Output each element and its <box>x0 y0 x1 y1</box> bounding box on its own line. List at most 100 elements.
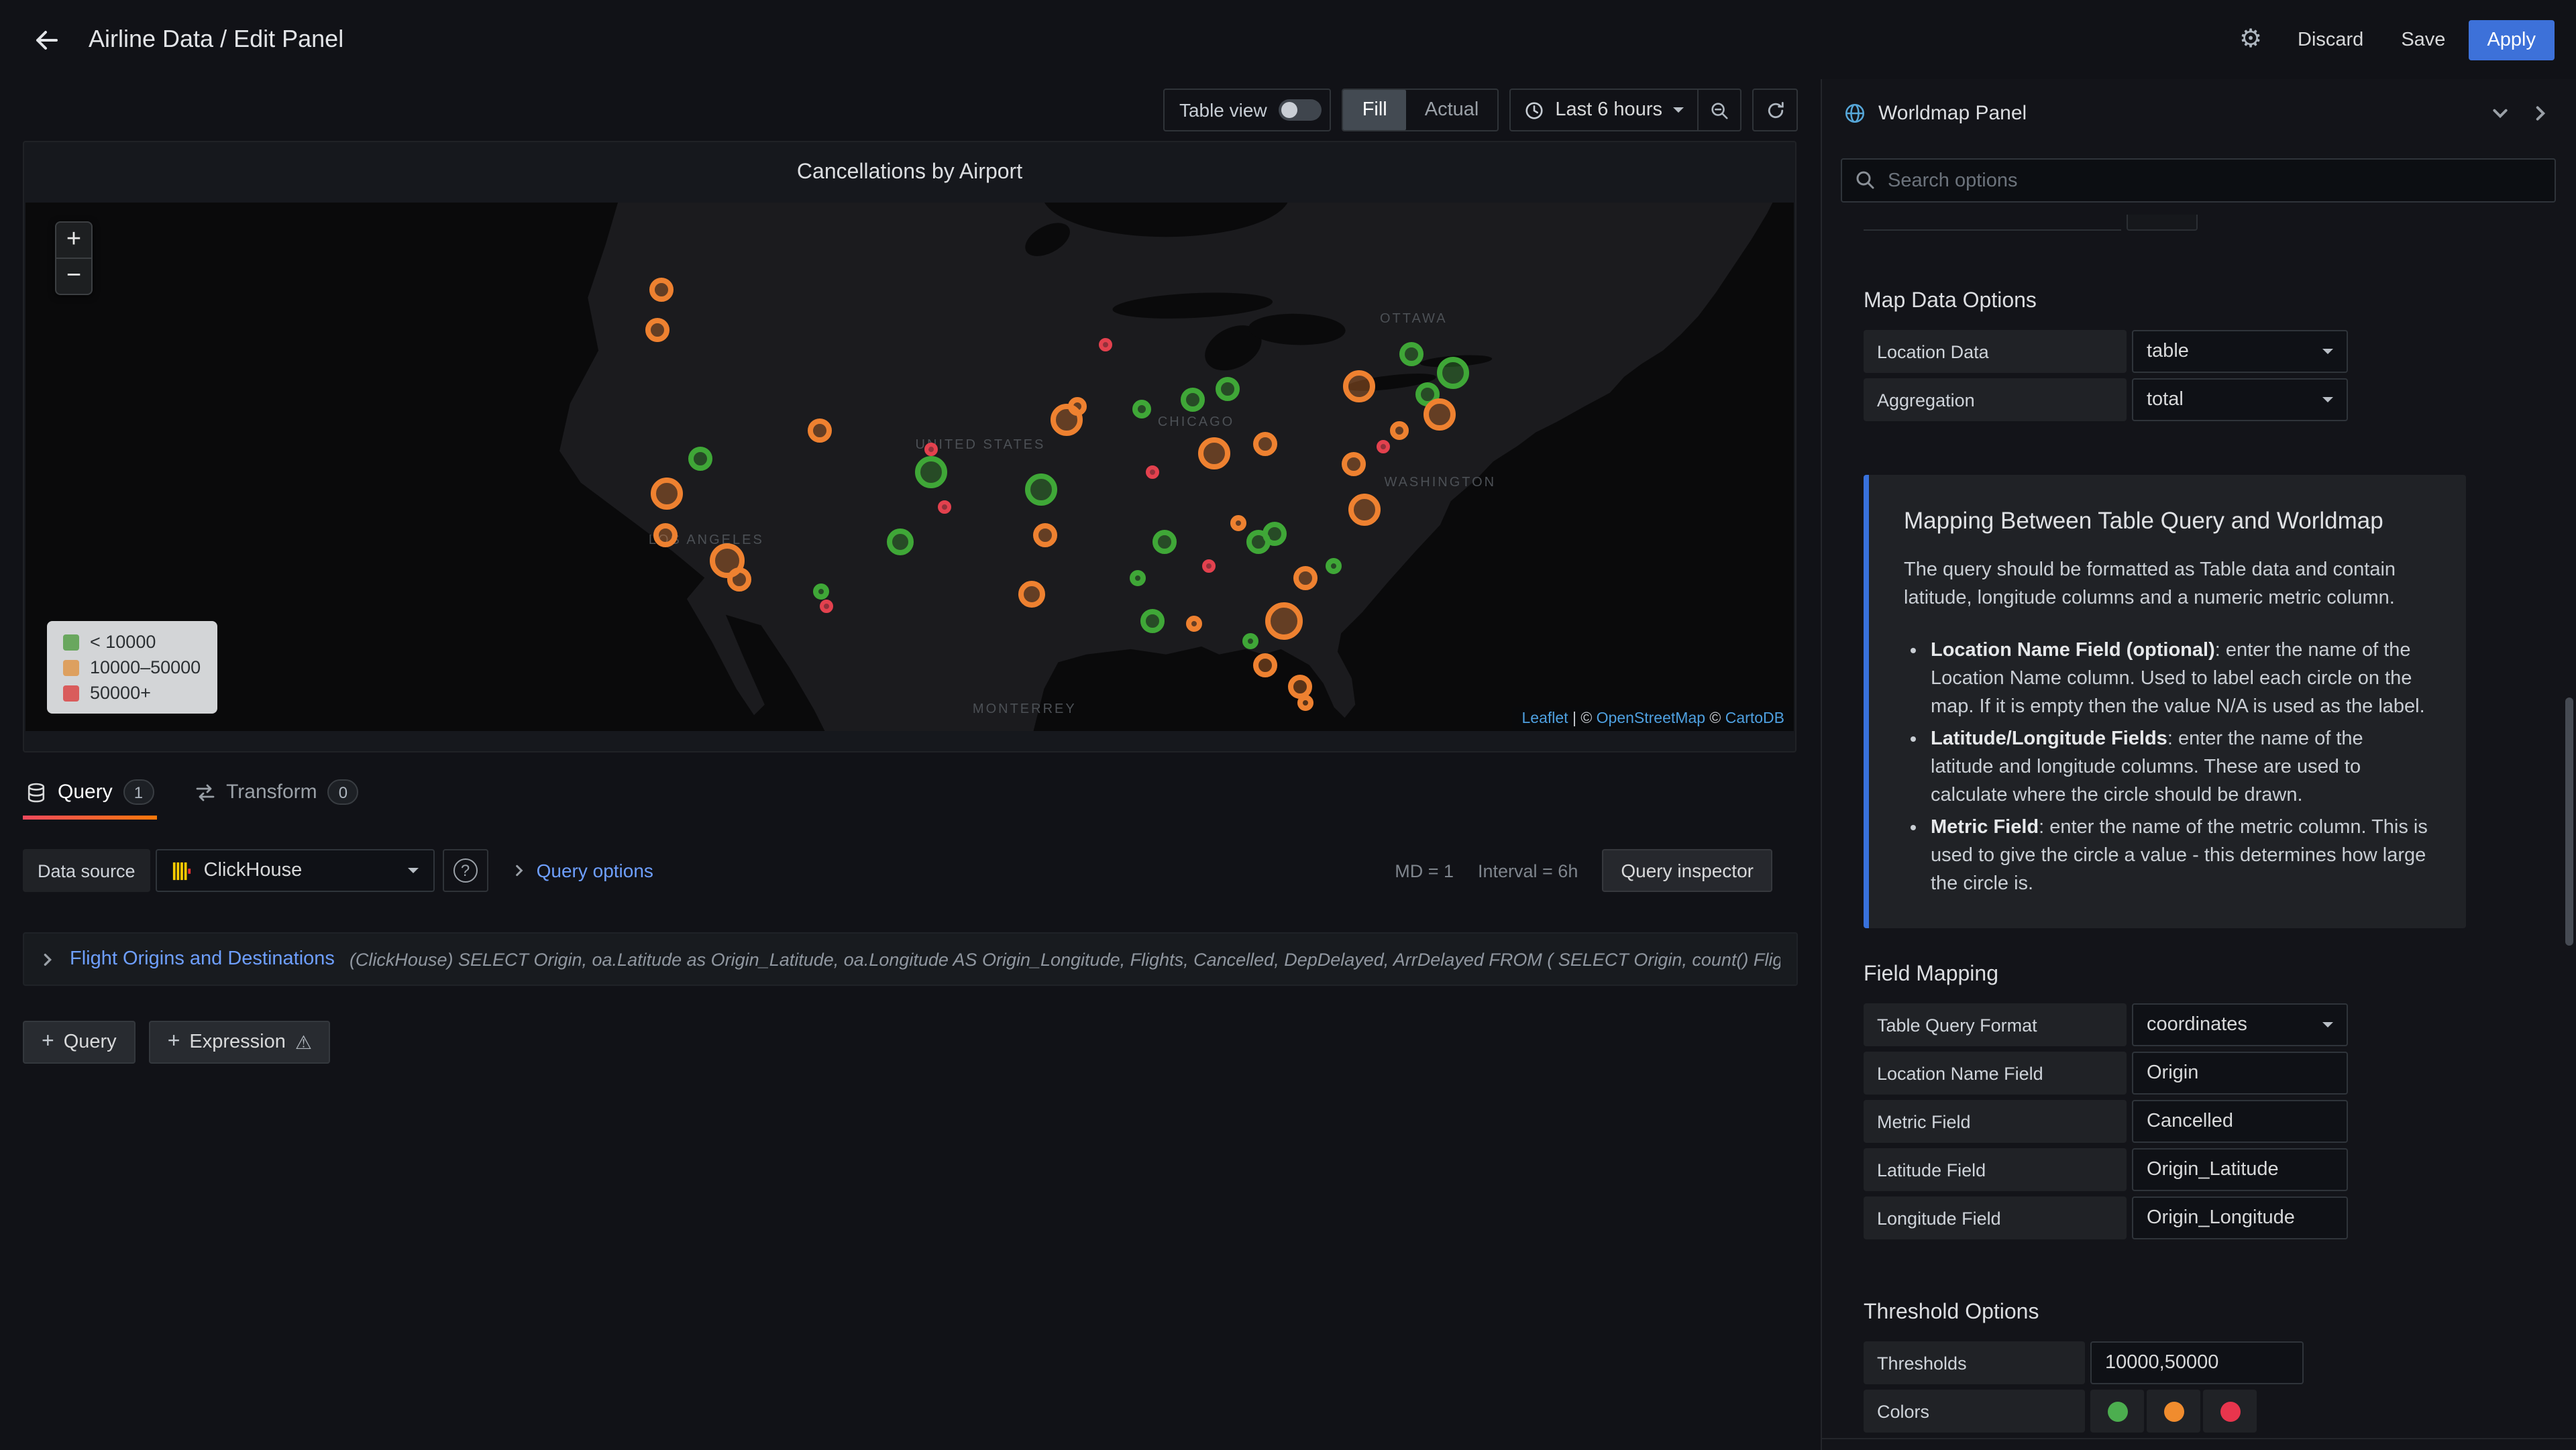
map-circle-o[interactable] <box>1253 653 1277 677</box>
map-circle-o[interactable] <box>1390 421 1409 440</box>
map-circle-g[interactable] <box>1243 632 1259 649</box>
panel-settings-button[interactable]: ⚙ <box>2226 15 2275 64</box>
map-circle-o[interactable] <box>1297 695 1313 711</box>
worldmap[interactable]: UNITED STATESCHICAGOWASHINGTONOTTAWALOS … <box>25 203 1794 731</box>
option-row-aggregation: Aggregationtotal <box>1864 378 2576 421</box>
map-circle-g[interactable] <box>1400 341 1424 366</box>
apply-button[interactable]: Apply <box>2468 19 2555 60</box>
threshold-color-swatches <box>2090 1390 2257 1433</box>
attribution-link[interactable]: CartoDB <box>1725 711 1784 727</box>
option-input-location-name-field[interactable] <box>2132 1052 2348 1095</box>
map-circle-g[interactable] <box>1130 570 1146 586</box>
option-row-location-data: Location Datatable <box>1864 330 2576 373</box>
add-query-button[interactable]: + Query <box>23 1021 136 1064</box>
map-circle-o[interactable] <box>1424 398 1456 431</box>
map-circle-o[interactable] <box>1197 437 1230 469</box>
table-view-toggle[interactable] <box>1279 99 1322 121</box>
map-circle-r[interactable] <box>924 442 938 455</box>
datasource-help-button[interactable]: ? <box>443 849 488 892</box>
actual-option[interactable]: Actual <box>1406 90 1498 130</box>
collapse-options-button[interactable] <box>2486 99 2514 127</box>
map-circle-o[interactable] <box>645 319 669 343</box>
attribution-link[interactable]: Leaflet <box>1522 711 1568 727</box>
close-options-button[interactable] <box>2526 99 2555 127</box>
map-circle-o[interactable] <box>1266 602 1303 640</box>
scrollbar-thumb[interactable] <box>2565 698 2573 946</box>
discard-button[interactable]: Discard <box>2283 21 2378 58</box>
map-circle-r[interactable] <box>1201 560 1215 573</box>
thresholds-input[interactable] <box>2090 1341 2304 1384</box>
query-options-toggle[interactable]: Query options <box>513 860 653 881</box>
map-circle-g[interactable] <box>1181 388 1205 412</box>
map-circle-o[interactable] <box>1342 451 1366 476</box>
map-circle-o[interactable] <box>1034 523 1058 547</box>
map-circle-g[interactable] <box>888 529 914 556</box>
map-circle-o[interactable] <box>1348 494 1380 526</box>
map-circle-o[interactable] <box>650 278 674 302</box>
map-circle-g[interactable] <box>1132 400 1150 419</box>
datasource-picker[interactable]: ClickHouse <box>156 849 435 892</box>
map-circle-g[interactable] <box>1436 357 1468 390</box>
map-circle-g[interactable] <box>813 583 829 600</box>
color-swatch-1[interactable] <box>2147 1390 2200 1433</box>
map-circle-g[interactable] <box>1326 559 1342 575</box>
save-button[interactable]: Save <box>2386 21 2460 58</box>
query-row[interactable]: Flight Origins and Destinations (ClickHo… <box>23 932 1798 986</box>
info-box-bullets: Location Name Field (optional): enter th… <box>1904 637 2431 899</box>
fill-option[interactable]: Fill <box>1344 90 1406 130</box>
map-circle-g[interactable] <box>915 455 947 488</box>
map-zoom-out-button[interactable]: − <box>55 258 93 295</box>
map-circle-o[interactable] <box>1230 515 1246 531</box>
map-circle-g[interactable] <box>689 446 713 470</box>
time-range-button[interactable]: Last 6 hours <box>1511 90 1697 130</box>
map-circle-o[interactable] <box>1018 581 1045 608</box>
map-circle-g[interactable] <box>1152 531 1177 555</box>
map-circle-o[interactable] <box>1186 616 1202 632</box>
back-button[interactable] <box>21 14 72 65</box>
option-value-text: table <box>2147 341 2189 362</box>
map-circle-g[interactable] <box>1140 609 1164 633</box>
add-expression-button[interactable]: + Expression ⚠ <box>149 1021 331 1064</box>
tab-transform[interactable]: Transform 0 <box>191 770 361 820</box>
map-circle-o[interactable] <box>1293 566 1318 590</box>
tab-query[interactable]: Query 1 <box>23 770 156 820</box>
map-circle-r[interactable] <box>938 500 952 513</box>
query-name[interactable]: Flight Origins and Destinations <box>70 948 335 970</box>
option-input-latitude-field[interactable] <box>2132 1148 2348 1191</box>
option-label: Aggregation <box>1864 378 2127 421</box>
option-input-metric-field[interactable] <box>2132 1100 2348 1143</box>
color-swatch-2[interactable] <box>2203 1390 2257 1433</box>
attribution-link[interactable]: OpenStreetMap <box>1597 711 1705 727</box>
map-circle-r[interactable] <box>820 600 833 614</box>
map-circle-o[interactable] <box>728 568 752 592</box>
map-circle-o[interactable] <box>808 419 832 443</box>
option-row-table-query-format: Table Query Formatcoordinates <box>1864 1003 2576 1046</box>
map-circle-o[interactable] <box>651 477 684 509</box>
map-circle-r[interactable] <box>1099 339 1113 352</box>
map-circle-o[interactable] <box>1253 432 1277 456</box>
warning-icon: ⚠ <box>295 1031 312 1054</box>
legend-item: 10000–50000 <box>63 657 201 677</box>
map-circle-o[interactable] <box>1343 370 1375 402</box>
map-circle-o[interactable] <box>1068 396 1087 415</box>
map-circle-g[interactable] <box>1246 531 1270 555</box>
help-icon: ? <box>453 858 478 883</box>
option-input-longitude-field[interactable] <box>2132 1196 2348 1239</box>
option-value-text: coordinates <box>2147 1014 2247 1036</box>
map-circle-g[interactable] <box>1024 473 1057 506</box>
map-circle-r[interactable] <box>1145 465 1159 478</box>
map-circle-g[interactable] <box>1216 378 1240 402</box>
map-circle-o[interactable] <box>653 523 678 547</box>
query-inspector-button[interactable]: Query inspector <box>1602 849 1772 892</box>
info-box-title: Mapping Between Table Query and Worldmap <box>1904 507 2431 535</box>
option-select-aggregation[interactable]: total <box>2132 378 2348 421</box>
map-zoom-in-button[interactable]: + <box>55 221 93 259</box>
map-circle-r[interactable] <box>1377 441 1390 454</box>
option-select-location-data[interactable]: table <box>2132 330 2348 373</box>
search-options-input[interactable] <box>1841 158 2556 203</box>
legend-label: 50000+ <box>90 683 151 703</box>
color-swatch-0[interactable] <box>2090 1390 2144 1433</box>
refresh-button[interactable] <box>1752 89 1798 131</box>
option-select-table-query-format[interactable]: coordinates <box>2132 1003 2348 1046</box>
time-zoom-out-button[interactable] <box>1697 90 1740 130</box>
